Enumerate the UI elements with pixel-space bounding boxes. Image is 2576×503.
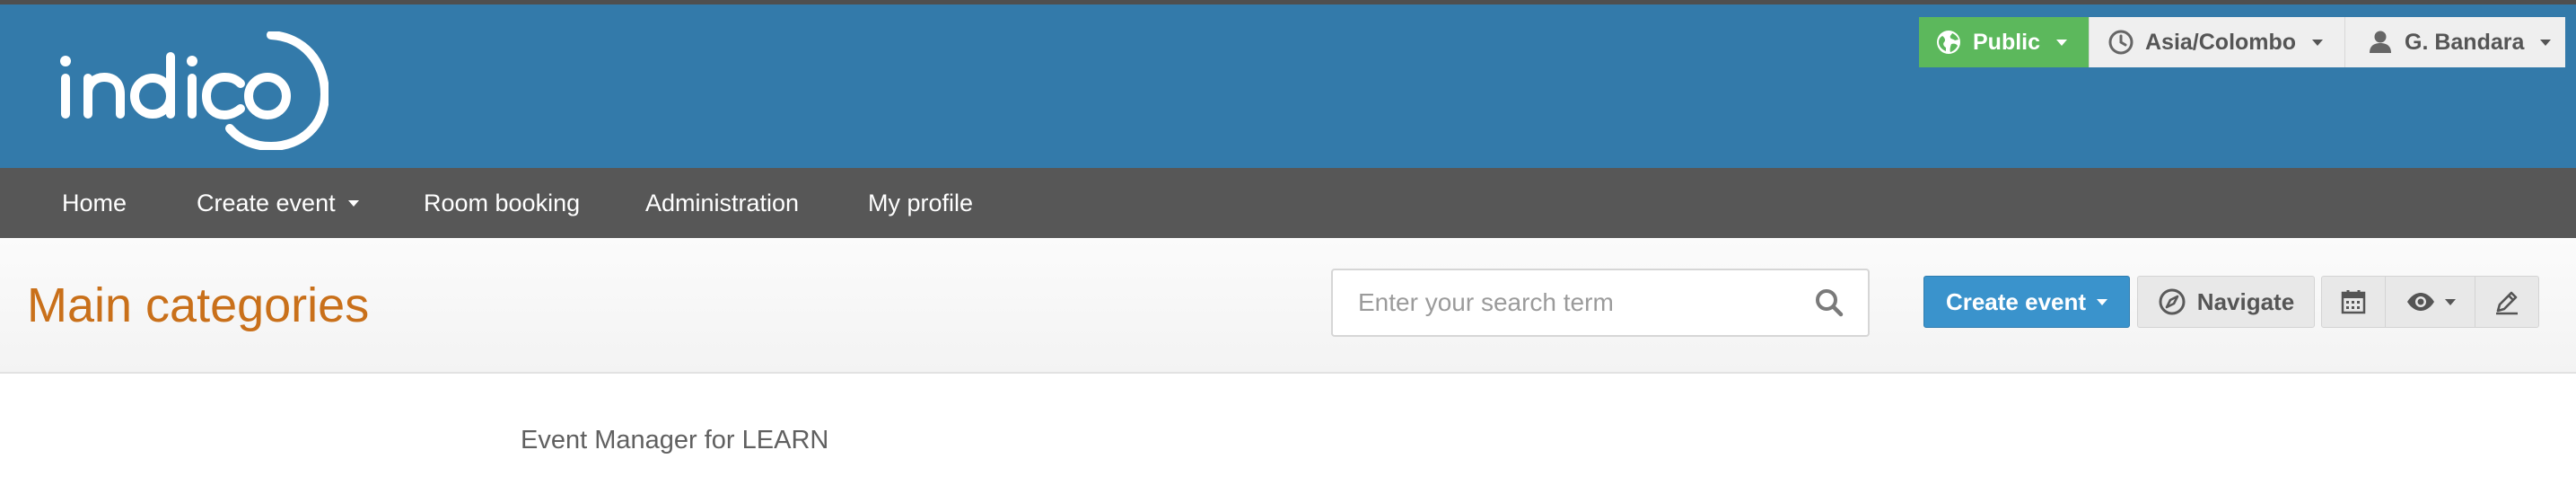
chevron-down-icon <box>2540 39 2552 46</box>
calendar-icon <box>2341 290 2366 314</box>
nav-item-label: Create event <box>197 189 336 216</box>
create-event-label: Create event <box>1945 287 2087 315</box>
main-navbar: Home Create event Room booking Administr… <box>0 168 2576 238</box>
edit-button[interactable] <box>2475 276 2539 328</box>
nav-item-create-event[interactable]: Create event <box>197 168 359 238</box>
nav-item-room-booking[interactable]: Room booking <box>424 168 580 238</box>
search-box <box>1331 269 1870 337</box>
calendar-button[interactable] <box>2321 276 2386 328</box>
chevron-down-icon <box>2444 298 2456 305</box>
view-options-button[interactable] <box>2385 276 2475 328</box>
clock-icon <box>2108 30 2134 55</box>
indico-logo[interactable]: indico <box>59 31 329 150</box>
site-header: indico Public <box>0 0 2576 168</box>
compass-icon <box>2159 288 2186 315</box>
create-event-button[interactable]: Create event <box>1923 276 2130 328</box>
search-icon[interactable] <box>1814 287 1844 318</box>
nav-item-label: Home <box>62 189 127 216</box>
nav-item-label: My profile <box>868 189 974 216</box>
chevron-down-icon <box>2056 39 2068 46</box>
pencil-icon <box>2496 291 2518 315</box>
nav-item-my-profile[interactable]: My profile <box>868 168 973 238</box>
timezone-label: Asia/Colombo <box>2145 29 2297 55</box>
globe-icon <box>1937 31 1960 54</box>
search-input[interactable] <box>1333 270 1814 335</box>
header-toolbar: Public Asia/Colombo G. Bandara <box>1919 17 2565 67</box>
nav-item-label: Administration <box>645 189 800 216</box>
navigate-button[interactable]: Navigate <box>2137 276 2315 328</box>
user-icon <box>2370 31 2391 53</box>
category-description: Event Manager for LEARN <box>521 426 829 454</box>
chevron-down-icon <box>2312 39 2324 46</box>
access-dropdown-button[interactable]: Public <box>1919 17 2089 67</box>
timezone-dropdown-button[interactable]: Asia/Colombo <box>2089 17 2344 67</box>
user-dropdown-button[interactable]: G. Bandara <box>2344 17 2565 67</box>
chevron-down-icon <box>347 199 359 207</box>
page-title: Main categories <box>27 278 370 332</box>
category-title-bar: Main categories Create event Navigate <box>0 238 2576 374</box>
user-label: G. Bandara <box>2405 29 2525 55</box>
eye-icon <box>2406 293 2434 311</box>
access-label: Public <box>1973 29 2041 55</box>
nav-item-home[interactable]: Home <box>62 168 127 238</box>
chevron-down-icon <box>2097 298 2108 305</box>
nav-item-administration[interactable]: Administration <box>645 168 799 238</box>
nav-item-label: Room booking <box>424 189 581 216</box>
navigate-label: Navigate <box>2196 287 2295 315</box>
